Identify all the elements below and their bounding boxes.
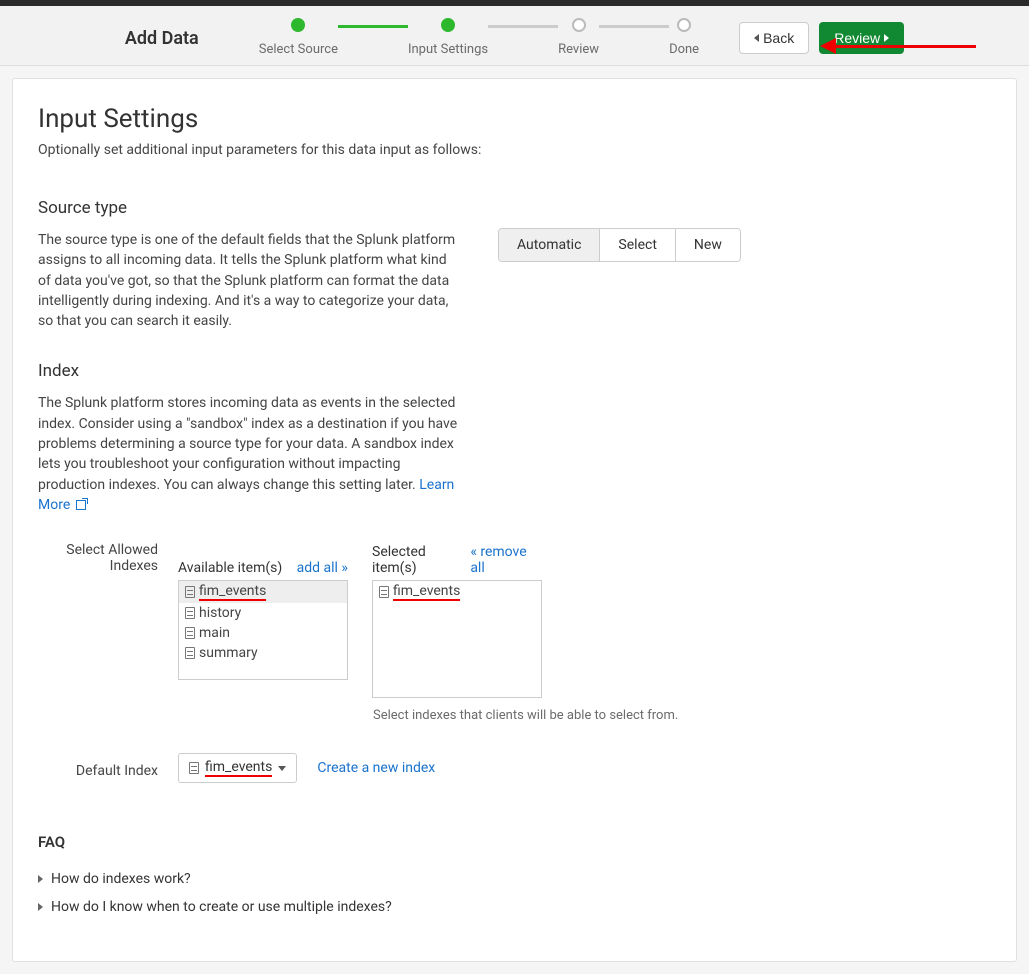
- source-type-title: Source type: [38, 198, 458, 218]
- step-circle-icon: [572, 18, 586, 32]
- step-circle-icon: [291, 18, 305, 32]
- faq-title: FAQ: [38, 833, 991, 851]
- index-section: Index The Splunk platform stores incomin…: [38, 361, 991, 783]
- select-allowed-indexes-label: Select Allowed Indexes: [38, 540, 158, 723]
- index-description: The Splunk platform stores incoming data…: [38, 393, 458, 515]
- source-type-automatic[interactable]: Automatic: [499, 229, 600, 261]
- default-index-label: Default Index: [38, 757, 158, 779]
- create-new-index-link[interactable]: Create a new index: [317, 760, 435, 776]
- step-label: Input Settings: [408, 42, 488, 57]
- list-item[interactable]: main: [179, 623, 347, 643]
- chevron-left-icon: [754, 34, 759, 42]
- step-circle-icon: [441, 18, 455, 32]
- index-icon: [189, 762, 199, 774]
- faq-item[interactable]: How do I know when to create or use mult…: [38, 893, 991, 921]
- main-card: Input Settings Optionally set additional…: [12, 78, 1017, 962]
- selected-items-list[interactable]: fim_events: [372, 580, 542, 698]
- index-icon: [185, 586, 195, 598]
- index-icon: [185, 627, 195, 639]
- remove-all-link[interactable]: « remove all: [470, 544, 542, 576]
- wizard-header: Add Data Select Source Input Settings Re…: [0, 6, 1029, 66]
- source-type-section: Source type The source type is one of th…: [38, 198, 991, 331]
- index-title: Index: [38, 361, 458, 381]
- step-circle-icon: [677, 18, 691, 32]
- chevron-right-icon: [38, 875, 43, 883]
- annotation-arrow: [820, 38, 976, 54]
- available-items-label: Available item(s): [178, 560, 282, 576]
- step-connector: [338, 25, 408, 28]
- chevron-down-icon: [278, 766, 286, 771]
- selected-items-label: Selected item(s): [372, 544, 470, 576]
- chevron-right-icon: [38, 903, 43, 911]
- add-all-link[interactable]: add all »: [297, 560, 348, 576]
- list-item[interactable]: fim_events: [373, 581, 541, 603]
- step-label: Select Source: [259, 42, 338, 57]
- arrow-head-icon: [820, 38, 836, 54]
- faq-section: FAQ How do indexes work? How do I know w…: [38, 833, 991, 921]
- external-link-icon: [76, 500, 86, 510]
- list-item[interactable]: history: [179, 603, 347, 623]
- source-type-selector: Automatic Select New: [498, 228, 741, 262]
- list-item[interactable]: fim_events: [179, 581, 347, 603]
- index-icon: [185, 607, 195, 619]
- index-icon: [379, 586, 389, 598]
- back-button[interactable]: Back: [739, 22, 809, 54]
- step-connector: [488, 25, 558, 28]
- step-label: Review: [558, 42, 599, 57]
- step-connector: [599, 25, 669, 28]
- step-select-source: Select Source: [259, 18, 338, 57]
- source-type-select[interactable]: Select: [600, 229, 675, 261]
- index-icon: [185, 647, 195, 659]
- stepper: Select Source Input Settings Review Done: [259, 18, 699, 57]
- arrow-line: [836, 45, 976, 48]
- page-title: Input Settings: [38, 104, 991, 134]
- default-index-dropdown[interactable]: fim_events: [178, 753, 297, 783]
- list-item[interactable]: summary: [179, 643, 347, 663]
- source-type-new[interactable]: New: [676, 229, 740, 261]
- page-description: Optionally set additional input paramete…: [38, 142, 991, 158]
- back-button-label: Back: [763, 30, 794, 46]
- source-type-description: The source type is one of the default fi…: [38, 230, 458, 331]
- faq-item[interactable]: How do indexes work?: [38, 865, 991, 893]
- step-input-settings: Input Settings: [408, 18, 488, 57]
- step-label: Done: [669, 42, 699, 57]
- step-done: Done: [669, 18, 699, 57]
- header-title: Add Data: [125, 18, 199, 49]
- available-items-list[interactable]: fim_events history main: [178, 580, 348, 680]
- index-helper-text: Select indexes that clients will be able…: [373, 708, 738, 723]
- step-review: Review: [558, 18, 599, 57]
